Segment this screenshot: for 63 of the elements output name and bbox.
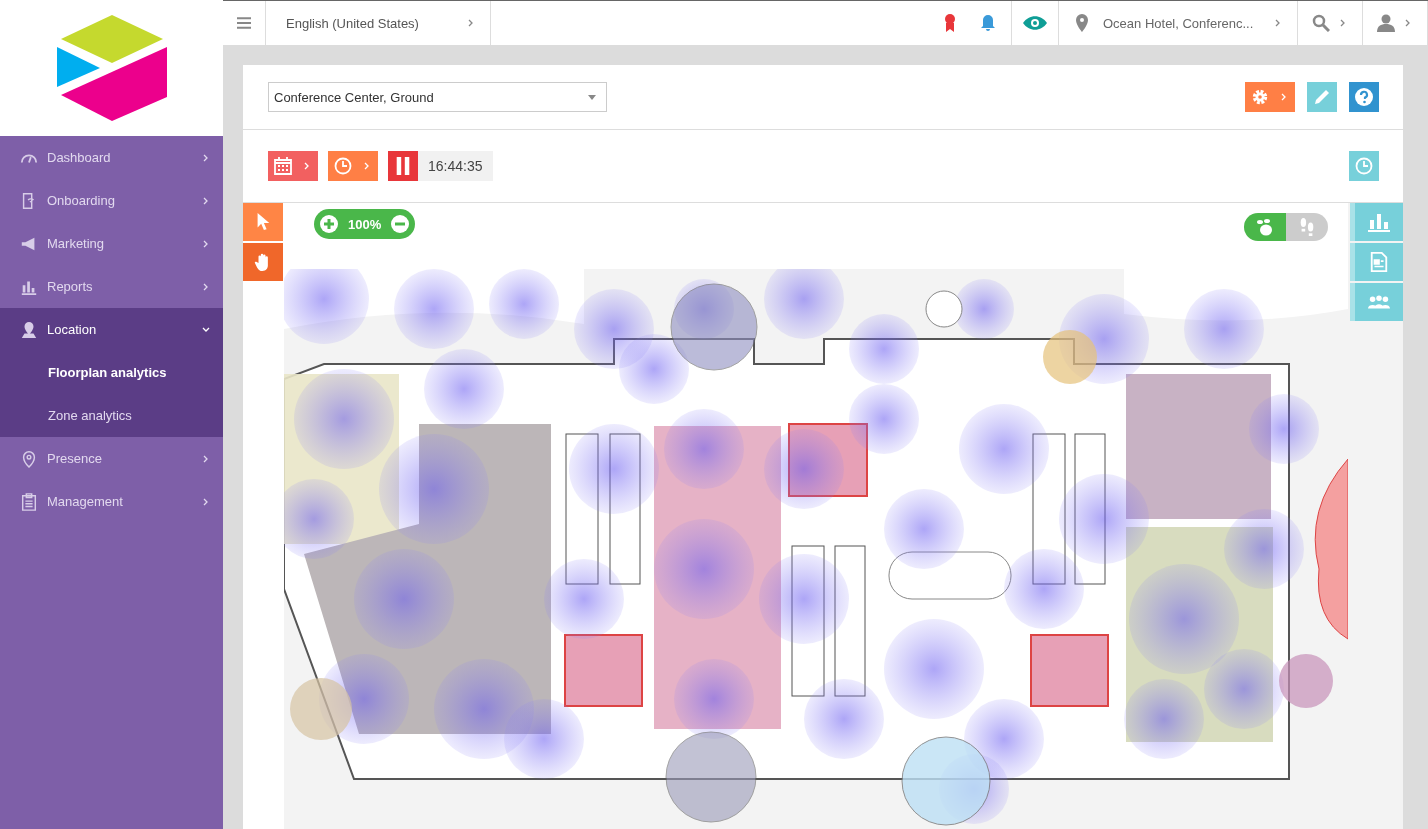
- report-tab[interactable]: [1350, 243, 1403, 281]
- nav-item[interactable]: Onboarding: [0, 179, 223, 222]
- pointer-tool-button[interactable]: [243, 203, 283, 241]
- nav-item[interactable]: Presence: [0, 437, 223, 480]
- clock-icon: [334, 157, 352, 175]
- submenu-item[interactable]: Floorplan analytics: [0, 351, 223, 394]
- heat-spot: [674, 279, 734, 339]
- clock-icon: [1355, 157, 1373, 175]
- search-icon: [1312, 14, 1330, 32]
- heat-spot: [1249, 394, 1319, 464]
- heatmap-mode-toggle[interactable]: [1244, 213, 1286, 241]
- pause-button[interactable]: [388, 151, 418, 181]
- path-mode-toggle[interactable]: [1286, 213, 1328, 241]
- dropdown-arrow-icon: [588, 94, 596, 100]
- zoom-out-icon[interactable]: [391, 215, 410, 233]
- date-button[interactable]: [268, 151, 318, 181]
- zoom-in-icon[interactable]: [320, 215, 338, 233]
- chart-tab[interactable]: [1350, 203, 1403, 241]
- zone-circle: [290, 678, 352, 740]
- nav-icon: [20, 492, 38, 511]
- nav-item[interactable]: Management: [0, 480, 223, 523]
- calendar-icon: [274, 157, 292, 175]
- nav-item[interactable]: Marketing: [0, 222, 223, 265]
- eye-icon: [1023, 16, 1047, 30]
- nav-icon: [20, 320, 38, 339]
- footprint-icon: [1256, 218, 1274, 236]
- history-button[interactable]: [1349, 151, 1379, 181]
- nav-item[interactable]: Location: [0, 308, 223, 351]
- logo-icon: [56, 15, 167, 121]
- document-icon: [1368, 252, 1390, 272]
- nav-item[interactable]: Reports: [0, 265, 223, 308]
- people-tab[interactable]: [1350, 283, 1403, 321]
- footsteps-icon: [1298, 218, 1316, 236]
- settings-button[interactable]: [1245, 82, 1295, 112]
- pin-icon: [1073, 14, 1091, 32]
- language-selector[interactable]: English (United States): [266, 1, 491, 45]
- heat-spot: [849, 314, 919, 384]
- menu-icon: [237, 14, 251, 32]
- help-button[interactable]: [1349, 82, 1379, 112]
- zone-circle: [1279, 654, 1333, 708]
- tree-circle: [925, 290, 963, 328]
- heat-spot: [619, 334, 689, 404]
- user-icon: [1377, 14, 1395, 32]
- bar-chart-icon: [1368, 212, 1390, 232]
- heat-spot: [489, 269, 559, 339]
- heat-spot: [954, 279, 1014, 339]
- pencil-icon: [1313, 88, 1331, 106]
- pause-icon: [394, 157, 412, 175]
- nav-icon: [20, 449, 38, 468]
- hand-tool-button[interactable]: [243, 243, 283, 281]
- floor-select[interactable]: Conference Center, Ground: [268, 82, 607, 112]
- location-selector[interactable]: Ocean Hotel, Conferenc...: [1059, 1, 1298, 45]
- zoom-level: 100%: [348, 216, 382, 232]
- edit-button[interactable]: [1307, 82, 1337, 112]
- time-button[interactable]: [328, 151, 378, 181]
- settings-icon: [1251, 88, 1269, 106]
- nav-item[interactable]: Dashboard: [0, 136, 223, 179]
- playback-time: 16:44:35: [418, 151, 493, 181]
- zone-circle: [1043, 330, 1097, 384]
- submenu-item[interactable]: Zone analytics: [0, 394, 223, 437]
- heat-spot: [849, 384, 919, 454]
- help-icon: [1355, 88, 1373, 106]
- bell-icon[interactable]: [979, 14, 997, 32]
